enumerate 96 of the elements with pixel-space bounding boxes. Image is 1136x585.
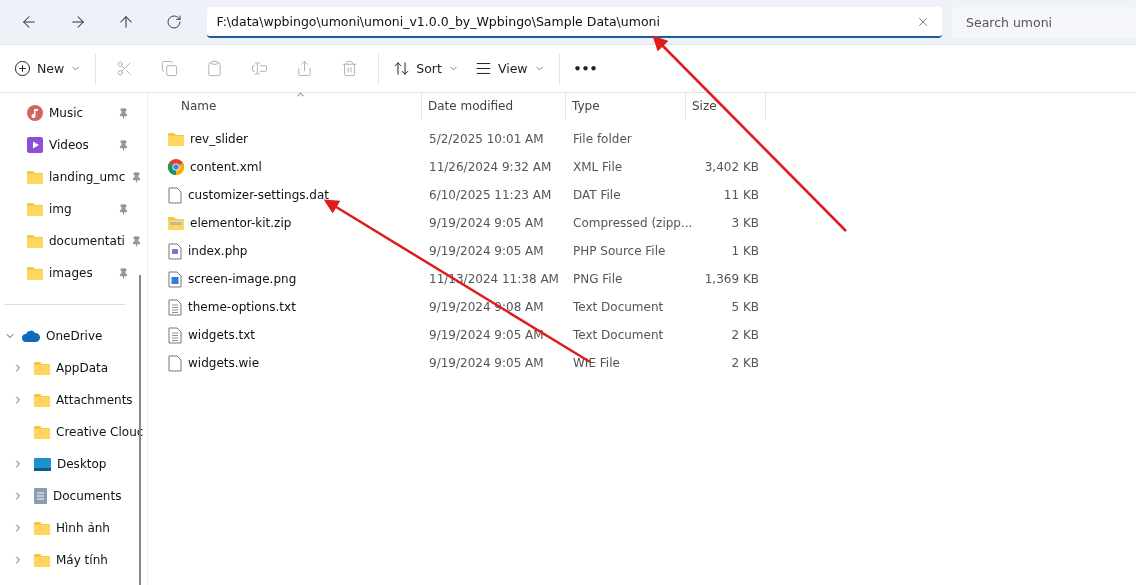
refresh-icon xyxy=(166,14,183,30)
table-cell: 6/10/2025 11:23 AM xyxy=(429,188,552,202)
file-icon xyxy=(168,354,182,372)
table-cell: 1 KB xyxy=(731,244,759,258)
table-cell: XML File xyxy=(573,160,623,174)
search-field[interactable]: Search umoni xyxy=(952,6,1136,38)
more-button[interactable]: ••• xyxy=(565,51,606,86)
table-cell: 9/19/2024 9:05 AM xyxy=(429,244,544,258)
sidebar-item[interactable]: img xyxy=(49,202,72,216)
folder-icon xyxy=(168,132,184,146)
sidebar-item[interactable]: images xyxy=(49,266,93,280)
sidebar-item[interactable]: AppData xyxy=(56,361,109,375)
folder-icon xyxy=(27,202,43,216)
file-name[interactable]: customizer-settings.dat xyxy=(188,188,330,202)
sidebar-item[interactable]: Máy tính xyxy=(56,553,108,567)
file-icon xyxy=(168,186,182,204)
music-icon xyxy=(27,105,43,121)
file-name[interactable]: rev_slider xyxy=(190,132,248,146)
table-cell: 5/2/2025 10:01 AM xyxy=(429,132,544,146)
file-name[interactable]: widgets.wie xyxy=(188,356,260,370)
text-file-icon xyxy=(168,298,182,316)
pin-icon xyxy=(118,203,129,215)
table-cell: 9/19/2024 9:05 AM xyxy=(429,328,544,342)
code-file-icon xyxy=(168,242,182,260)
pin-icon xyxy=(130,235,142,247)
file-name[interactable]: elementor-kit.zip xyxy=(190,216,292,230)
video-icon xyxy=(27,137,43,153)
sidebar-item[interactable]: Videos xyxy=(49,138,89,152)
pin-icon xyxy=(118,267,129,279)
sort-button[interactable]: Sort xyxy=(385,51,467,86)
table-cell: File folder xyxy=(573,132,632,146)
file-name[interactable]: widgets.txt xyxy=(188,328,256,342)
address-field[interactable]: F:\data\wpbingo\umoni\umoni_v1.0.0_by_Wpbingo\Sample Data\umoni xyxy=(207,6,942,38)
table-cell: 5 KB xyxy=(731,300,759,314)
pin-icon xyxy=(131,171,143,183)
file-name[interactable]: index.php xyxy=(188,244,248,258)
sidebar-item[interactable]: Hình ảnh xyxy=(56,521,110,535)
table-cell: Compressed (zipp... xyxy=(573,216,693,230)
table-cell: 3,402 KB xyxy=(704,160,759,174)
table-cell: PNG File xyxy=(573,272,623,286)
text-file-icon xyxy=(168,326,182,344)
table-cell: 9/19/2024 9:05 AM xyxy=(429,216,544,230)
column-header[interactable]: Size xyxy=(686,93,766,119)
folder-icon xyxy=(34,361,50,375)
folder-icon xyxy=(34,393,50,407)
table-cell: 2 KB xyxy=(731,356,759,370)
sort-icon xyxy=(393,60,411,77)
table-cell: Text Document xyxy=(573,300,664,314)
folder-icon xyxy=(34,425,50,439)
view-button[interactable]: View xyxy=(466,51,553,86)
folder-icon xyxy=(27,170,43,184)
column-header[interactable]: Type xyxy=(566,93,686,119)
table-cell: 2 KB xyxy=(731,328,759,342)
column-header[interactable]: Name xyxy=(168,93,422,119)
table-cell: DAT File xyxy=(573,188,621,202)
table-cell: 11/26/2024 9:32 AM xyxy=(429,160,552,174)
file-name[interactable]: content.xml xyxy=(190,160,262,174)
sidebar-item[interactable]: landing_umc xyxy=(49,170,126,184)
delete-icon xyxy=(341,60,359,77)
paste-icon xyxy=(206,60,224,77)
table-cell: 11 KB xyxy=(723,188,759,202)
file-name[interactable]: screen-image.png xyxy=(188,272,297,286)
table-cell: 1,369 KB xyxy=(704,272,759,286)
sidebar-item[interactable]: Desktop xyxy=(57,457,107,471)
zip-folder-icon xyxy=(168,216,184,230)
folder-icon xyxy=(34,553,50,567)
share-icon xyxy=(296,60,314,77)
table-cell: PHP Source File xyxy=(573,244,666,258)
folder-icon xyxy=(27,266,43,280)
image-file-icon xyxy=(168,270,182,288)
sidebar-item[interactable]: Music xyxy=(49,106,84,120)
list-icon xyxy=(474,60,492,77)
rename-icon xyxy=(251,60,269,77)
sidebar-item[interactable]: OneDrive xyxy=(46,329,103,343)
folder-icon xyxy=(27,234,43,248)
cloud-icon xyxy=(22,330,40,342)
table-cell: Text Document xyxy=(573,328,664,342)
folder-icon xyxy=(34,521,50,535)
sidebar-item[interactable]: Documents xyxy=(53,489,122,503)
table-cell: 3 KB xyxy=(731,216,759,230)
pin-icon xyxy=(118,139,129,151)
document-icon xyxy=(34,488,47,504)
cut-icon xyxy=(116,60,134,77)
scrollbar[interactable] xyxy=(139,275,141,585)
copy-icon xyxy=(161,60,179,77)
plus-icon xyxy=(14,60,31,77)
sidebar-item[interactable]: documentati xyxy=(49,234,125,248)
browser-icon xyxy=(168,159,184,175)
table-cell: 9/19/2024 9:05 AM xyxy=(429,356,544,370)
table-cell: WIE File xyxy=(573,356,620,370)
column-header[interactable]: Date modified xyxy=(422,93,566,119)
new-button[interactable]: New xyxy=(6,51,90,86)
pin-icon xyxy=(118,107,129,119)
file-name[interactable]: theme-options.txt xyxy=(188,300,296,314)
sidebar-item[interactable]: Attachments xyxy=(56,393,133,407)
desktop-icon xyxy=(34,457,51,471)
